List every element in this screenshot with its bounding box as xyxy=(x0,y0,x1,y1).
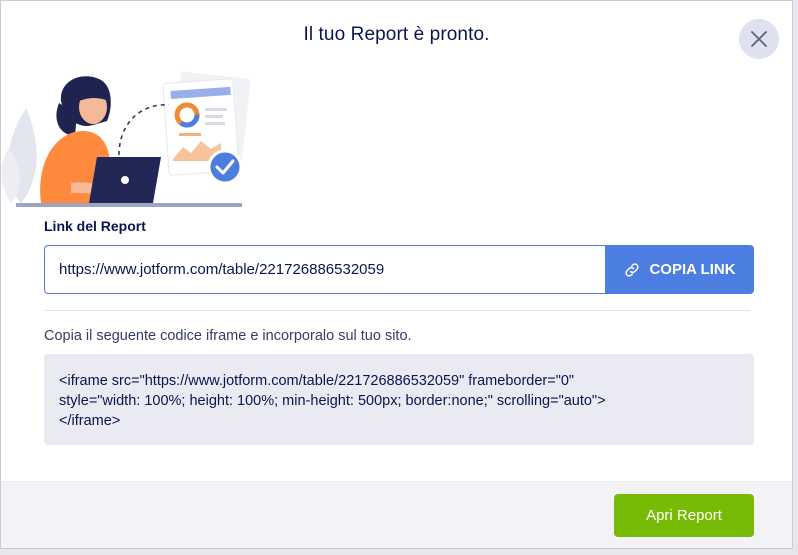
link-icon xyxy=(625,262,640,277)
copy-link-label: COPIA LINK xyxy=(649,261,736,278)
dialog-footer: Apri Report xyxy=(1,481,792,548)
copy-link-button[interactable]: COPIA LINK xyxy=(605,245,754,294)
close-button[interactable] xyxy=(739,19,779,59)
divider xyxy=(44,310,750,311)
report-illustration xyxy=(1,71,251,207)
dialog-title: Il tuo Report è pronto. xyxy=(303,24,490,45)
iframe-instructions: Copia il seguente codice iframe e incorp… xyxy=(44,328,412,344)
check-circle-icon xyxy=(207,149,243,185)
report-link-input[interactable] xyxy=(44,245,605,294)
report-ready-dialog: Il tuo Report è pronto. Link del Report … xyxy=(0,0,793,549)
open-report-button[interactable]: Apri Report xyxy=(614,494,754,537)
report-link-row: COPIA LINK xyxy=(44,245,754,294)
iframe-code-box[interactable]: <iframe src="https://www.jotform.com/tab… xyxy=(44,354,754,445)
close-icon xyxy=(751,31,767,47)
report-link-label: Link del Report xyxy=(44,218,146,234)
